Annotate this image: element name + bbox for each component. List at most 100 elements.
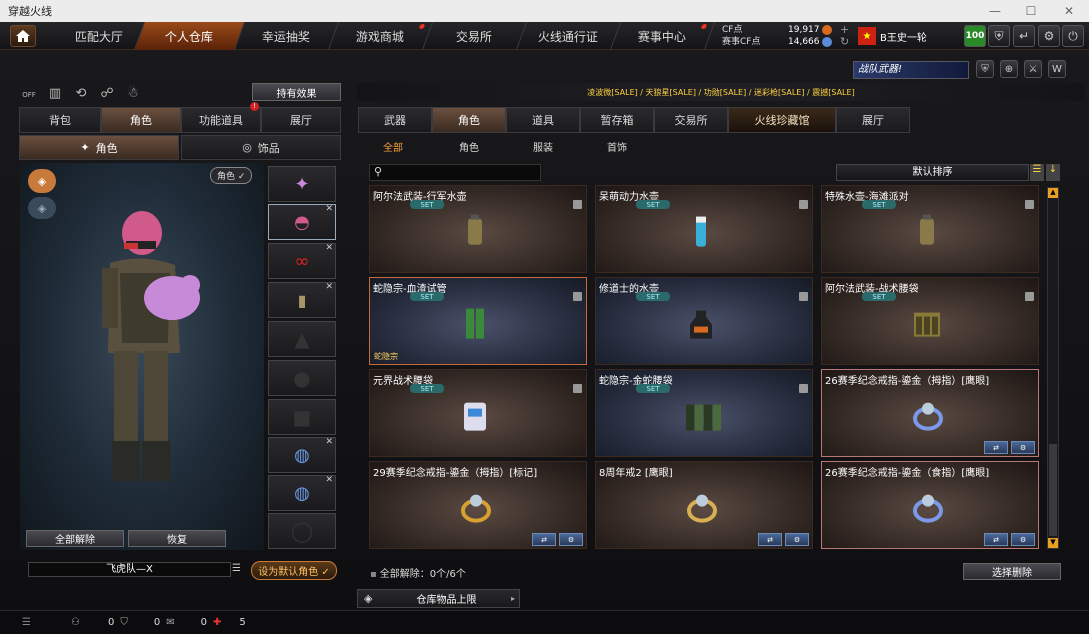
slot-pet[interactable]: ✦: [268, 166, 336, 202]
lock-icon[interactable]: [573, 292, 582, 301]
sort-order-icon[interactable]: ↓: [1046, 164, 1060, 181]
tab-exchange[interactable]: 交易所: [422, 22, 528, 50]
tab-battle-pass[interactable]: 火线通行证: [516, 22, 622, 50]
slot-ring-1[interactable]: ◍ ✕: [268, 437, 336, 473]
refresh-icon[interactable]: ⟲: [72, 84, 90, 102]
home-button[interactable]: [10, 25, 36, 47]
item-card[interactable]: 呆萌动力水壶 SET: [595, 185, 813, 273]
tab-right-showroom[interactable]: 展厅: [836, 107, 910, 133]
slot-empty-4[interactable]: ◯: [268, 513, 336, 549]
slot-headwear[interactable]: ◓ ✕: [268, 204, 336, 240]
gift-icon[interactable]: ✚: [213, 617, 221, 628]
tab-match-hall[interactable]: 匹配大厅: [54, 22, 146, 50]
role-badge[interactable]: 角色 ✓: [210, 167, 253, 184]
tab-events[interactable]: 赛事中心: [610, 22, 716, 50]
settings-gear-icon[interactable]: ⚙: [1038, 25, 1060, 47]
tab-props[interactable]: 道具: [506, 107, 580, 133]
transfer-icon[interactable]: ⇄: [984, 533, 1008, 546]
sort-dropdown[interactable]: 默认排序: [836, 164, 1029, 181]
transfer-icon[interactable]: ⇄: [758, 533, 782, 546]
character-name-field[interactable]: 飞虎队—X: [28, 562, 231, 577]
level-badge[interactable]: 100: [964, 25, 986, 47]
item-card[interactable]: 8周年戒2 [鹰眼] ⇄ ⚙: [595, 461, 813, 549]
scroll-down-icon[interactable]: ▼: [1048, 538, 1058, 548]
slot-goggles[interactable]: ∞ ✕: [268, 243, 336, 279]
effect-toggle-icon[interactable]: OFF: [20, 86, 38, 104]
sale-marquee[interactable]: 凌波微[SALE] / 天狼星[SALE] / 功勋[SALE] / 迷彩枪[S…: [357, 83, 1085, 101]
character-preview[interactable]: ◈ ◈ 角色 ✓ 全部解除 恢复: [20, 163, 264, 550]
list-view-icon[interactable]: ☰: [1030, 164, 1044, 181]
set-default-character-button[interactable]: 设为默认角色 ✓: [251, 561, 337, 580]
lock-icon[interactable]: [1025, 292, 1034, 301]
minimize-button[interactable]: —: [976, 0, 1014, 22]
scroll-up-icon[interactable]: ▲: [1048, 188, 1058, 198]
friends-icon[interactable]: ⚇: [71, 617, 80, 628]
tab-roles[interactable]: 角色: [432, 107, 506, 133]
slot-ring-2[interactable]: ◍ ✕: [268, 475, 336, 511]
award-icon[interactable]: ⛨: [976, 60, 994, 78]
settings-gear-icon[interactable]: ⚙: [1011, 441, 1035, 454]
recharge-button[interactable]: + ↻: [840, 24, 849, 48]
warehouse-limit-button[interactable]: ◈ 仓库物品上限 ▸: [357, 589, 520, 608]
power-icon[interactable]: ⏻: [1062, 25, 1084, 47]
rank-icon[interactable]: ⛨: [988, 25, 1010, 47]
remove-icon[interactable]: ✕: [325, 475, 333, 485]
item-card[interactable]: 特殊水壶-海滩派对 SET: [821, 185, 1039, 273]
item-card[interactable]: 29赛季纪念戒指-鎏金（拇指）[标记] ⇄ ⚙: [369, 461, 587, 549]
subtab-accessories[interactable]: ◎ 饰品: [181, 135, 341, 160]
item-card[interactable]: 26赛季纪念戒指-鎏金（拇指）[鹰眼] ⇄ ⚙: [821, 369, 1039, 457]
shield-icon[interactable]: ⛉: [120, 617, 128, 628]
tab-exchange-house[interactable]: 交易所: [654, 107, 728, 133]
subtab-character[interactable]: ✦ 角色: [19, 135, 179, 160]
mode-icon-a[interactable]: ◈: [28, 169, 56, 193]
item-card[interactable]: 蛇隐宗-血渣试管 SET 蛇隐宗: [369, 277, 587, 365]
stats-icon[interactable]: ▥: [46, 84, 64, 102]
lock-icon[interactable]: [573, 200, 582, 209]
restore-button[interactable]: 恢复: [128, 530, 226, 547]
effect-button[interactable]: 持有效果: [252, 83, 341, 101]
item-card[interactable]: 阿尔法武装-行军水壶 SET: [369, 185, 587, 273]
lock-icon[interactable]: [799, 384, 808, 393]
group-icon[interactable]: ☍: [98, 84, 116, 102]
tab-shop[interactable]: 游戏商城: [328, 22, 434, 50]
transfer-icon[interactable]: ⇄: [532, 533, 556, 546]
item-card[interactable]: 阿尔法武装-战术腰袋 SET: [821, 277, 1039, 365]
subtab-all[interactable]: 全部: [383, 139, 403, 154]
item-card[interactable]: 26赛季纪念戒指-鎏金（食指）[鹰眼] ⇄ ⚙: [821, 461, 1039, 549]
select-delete-button[interactable]: 选择删除: [963, 563, 1061, 580]
wings-icon[interactable]: W: [1048, 60, 1066, 78]
remove-icon[interactable]: ✕: [325, 243, 333, 253]
remove-icon[interactable]: ✕: [325, 437, 333, 447]
subtab-roles[interactable]: 角色: [459, 139, 479, 154]
subtab-jewelry[interactable]: 首饰: [607, 139, 627, 154]
slot-empty-2[interactable]: ●: [268, 360, 336, 396]
tab-backpack[interactable]: 背包: [19, 107, 101, 133]
item-card[interactable]: 元界战术腰袋 SET: [369, 369, 587, 457]
chat-icon[interactable]: ✉: [166, 617, 174, 628]
tab-warehouse[interactable]: 个人仓库: [134, 22, 246, 50]
remove-icon[interactable]: ✕: [325, 282, 333, 292]
target-icon[interactable]: ⊕: [1000, 60, 1018, 78]
maximize-button[interactable]: ☐: [1012, 0, 1050, 22]
menu-icon[interactable]: ☰: [22, 617, 31, 628]
tab-functional-items[interactable]: 功能道具: [181, 107, 261, 133]
slot-empty-1[interactable]: ▲: [268, 321, 336, 357]
tab-lottery[interactable]: 幸运抽奖: [234, 22, 340, 50]
player-info[interactable]: ★ B王史一轮: [858, 27, 927, 45]
close-button[interactable]: ✕: [1050, 0, 1088, 22]
slot-empty-3[interactable]: ■: [268, 399, 336, 435]
pet-icon[interactable]: ☃: [124, 84, 142, 102]
lock-icon[interactable]: [799, 292, 808, 301]
lock-icon[interactable]: [799, 200, 808, 209]
item-card[interactable]: 修道士的水壶 SET: [595, 277, 813, 365]
remove-icon[interactable]: ✕: [325, 204, 333, 214]
tab-storage-box[interactable]: 暂存箱: [580, 107, 654, 133]
slot-canteen[interactable]: ▮ ✕: [268, 282, 336, 318]
transfer-icon[interactable]: ⇄: [984, 441, 1008, 454]
tab-collection-hall[interactable]: 火线珍藏馆: [728, 107, 836, 133]
lock-icon[interactable]: [573, 384, 582, 393]
scrollbar[interactable]: ▲ ▼: [1047, 187, 1059, 549]
exit-room-icon[interactable]: ↵: [1013, 25, 1035, 47]
search-input[interactable]: ⚲: [369, 164, 541, 181]
tab-weapons[interactable]: 武器: [358, 107, 432, 133]
